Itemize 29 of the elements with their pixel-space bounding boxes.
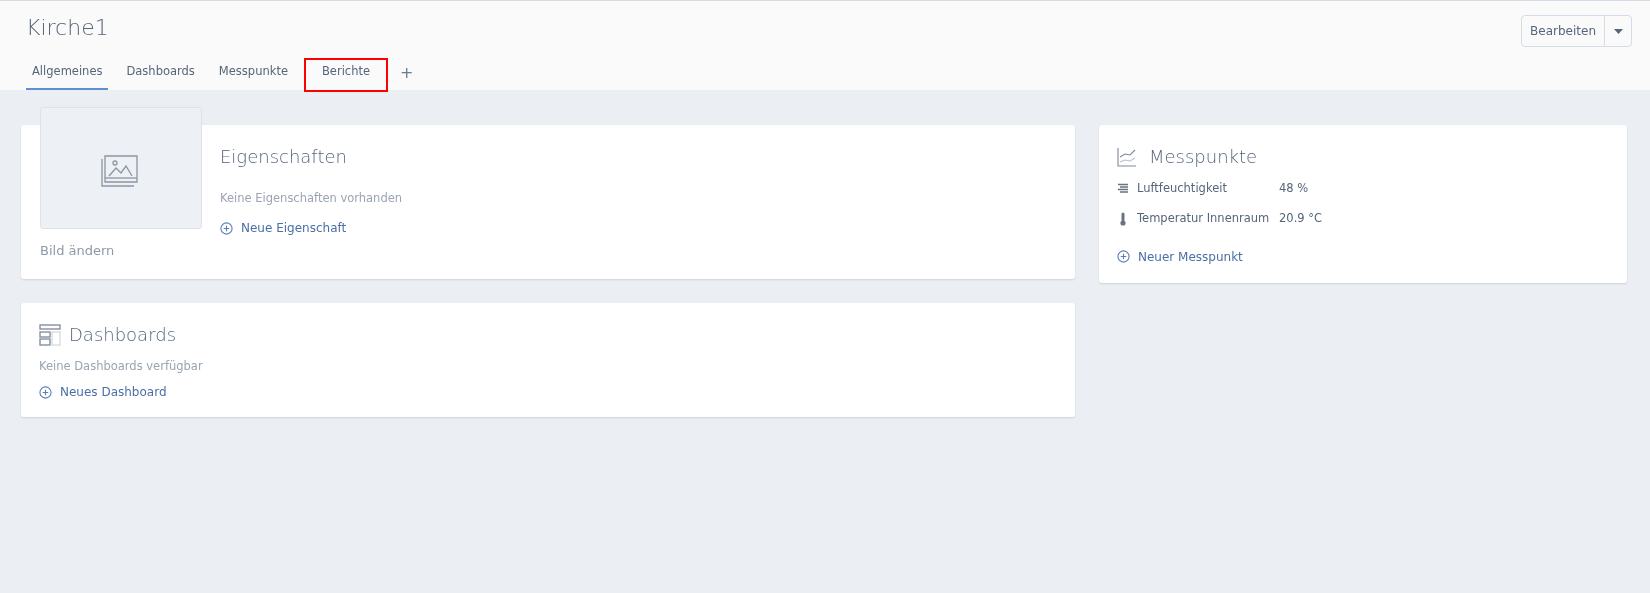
measurement-value: 20.9 °C — [1279, 210, 1323, 228]
caret-down-icon — [1613, 28, 1623, 34]
tab[interactable]: Messpunkte — [212, 60, 294, 90]
page-title: Kirche1 — [26, 14, 109, 42]
layout-icon — [39, 323, 61, 346]
add-icon — [1117, 250, 1130, 263]
card-title: Dashboards — [69, 323, 177, 347]
add-icon — [220, 221, 233, 235]
tab[interactable]: Dashboards — [120, 60, 201, 90]
empty-message: Keine Dashboards verfügbar — [39, 358, 204, 375]
add-icon — [39, 385, 52, 399]
tab[interactable]: Berichte — [305, 60, 387, 90]
tab[interactable]: Allgemeines — [26, 60, 109, 90]
measurement-name[interactable]: Temperatur Innenraum — [1137, 210, 1279, 228]
line-chart-icon — [1117, 146, 1137, 167]
measurement-value: 48 % — [1279, 180, 1309, 197]
image-placeholder[interactable] — [40, 107, 202, 229]
add-tab-button[interactable]: + — [398, 60, 416, 90]
humidity-lines-icon — [1117, 183, 1129, 195]
measurement-name[interactable]: Luftfeuchtigkeit — [1137, 180, 1279, 198]
edit-split-button[interactable]: Bearbeiten — [1521, 15, 1632, 47]
empty-message: Keine Eigenschaften vorhanden — [220, 190, 403, 207]
card-title: Messpunkte — [1149, 145, 1258, 169]
card-title: Eigenschaften — [220, 145, 348, 169]
add-link[interactable]: Neuer Messpunkt — [1117, 247, 1609, 266]
add-link[interactable]: Neues Dashboard — [39, 383, 1057, 402]
thermometer-icon — [1119, 211, 1127, 226]
edit-button[interactable]: Bearbeiten — [1522, 16, 1604, 46]
add-link[interactable]: Neue Eigenschaft — [220, 219, 403, 238]
